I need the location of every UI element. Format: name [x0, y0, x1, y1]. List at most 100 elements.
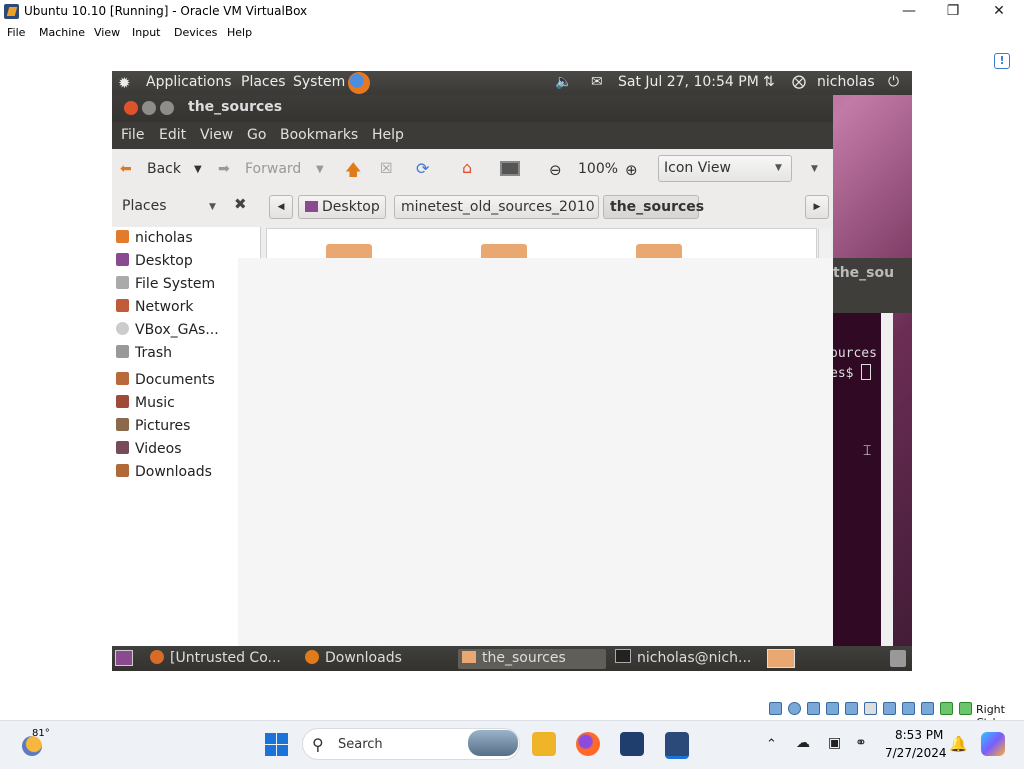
breadcrumb-left-arrow[interactable]: ◀ [269, 195, 293, 219]
forward-button[interactable]: Forward [245, 161, 301, 177]
mouse-integration-icon[interactable] [940, 702, 953, 715]
sidebar-header[interactable]: Places [122, 198, 167, 214]
forward-arrow-icon[interactable]: ➡ [218, 161, 230, 177]
display-icon[interactable] [883, 702, 896, 715]
back-dropdown-icon[interactable]: ▼ [194, 164, 202, 175]
volume-icon[interactable]: 🔈 [555, 74, 572, 90]
file-explorer-icon[interactable] [532, 732, 556, 756]
optical-drive-icon[interactable] [788, 702, 801, 715]
notification-icon[interactable]: ! [994, 53, 1010, 69]
menu-file[interactable]: File [7, 26, 25, 39]
network-adapter-icon[interactable] [826, 702, 839, 715]
user-name[interactable]: nicholas [817, 74, 875, 90]
sidebar-item-desktop[interactable]: Desktop [116, 253, 193, 275]
audio-icon[interactable] [807, 702, 820, 715]
task-downloads[interactable]: Downloads [305, 649, 449, 669]
shared-folder-icon[interactable] [864, 702, 877, 715]
power-icon[interactable]: ⏻ [888, 74, 899, 90]
virtualbox-vm-icon[interactable] [665, 732, 689, 759]
folder-icon[interactable] [636, 244, 682, 258]
sidebar-item-trash[interactable]: Trash [116, 345, 172, 367]
zoom-in-icon[interactable]: ⊕ [625, 161, 638, 179]
close-button[interactable]: ✕ [976, 0, 1022, 24]
trash-applet-icon[interactable] [890, 650, 906, 667]
nautilus-menu-go[interactable]: Go [247, 127, 266, 143]
display-settings-icon[interactable]: ▣ [828, 735, 841, 751]
onedrive-offline-icon[interactable]: ☁ [796, 735, 810, 751]
guest-screen[interactable]: ✹ Applications Places System 🔈 ✉ Sat Jul… [112, 71, 912, 671]
folder-icon[interactable] [481, 244, 527, 258]
back-button[interactable]: Back [147, 161, 181, 177]
breadcrumb-minetest[interactable]: minetest_old_sources_2010 [394, 195, 599, 219]
folder-icon[interactable] [326, 244, 372, 258]
computer-icon[interactable] [500, 161, 520, 176]
breadcrumb-right-arrow[interactable]: ▶ [805, 195, 829, 219]
nautilus-menu-edit[interactable]: Edit [159, 127, 186, 143]
network-icon[interactable]: ⇅ [763, 74, 775, 90]
chevron-up-icon[interactable]: ⌃ [766, 737, 777, 752]
breadcrumb-desktop[interactable]: Desktop [298, 195, 386, 219]
sidebar-item-vbox-gas[interactable]: VBox_GAs... [116, 322, 219, 344]
nautilus-menu-file[interactable]: File [121, 127, 144, 143]
stop-icon[interactable]: ☒ [380, 161, 393, 177]
taskbar-date[interactable]: 7/27/2024 [885, 746, 947, 760]
task-terminal[interactable]: nicholas@nich... [615, 649, 759, 669]
firefox-taskbar-icon[interactable] [576, 732, 600, 756]
reload-icon[interactable]: ⟳ [416, 159, 429, 178]
zoom-out-icon[interactable]: ⊖ [549, 161, 562, 179]
notification-bell-icon[interactable]: 🔔 [949, 735, 968, 753]
network-status-icon[interactable]: ⚭ [855, 735, 867, 751]
back-arrow-icon[interactable]: ⬅ [120, 161, 132, 177]
sidebar-item-pictures[interactable]: Pictures [116, 418, 190, 440]
usb-icon[interactable] [845, 702, 858, 715]
video-capture-icon[interactable] [902, 702, 915, 715]
forward-dropdown-icon[interactable]: ▼ [316, 164, 324, 175]
minimize-button[interactable]: — [886, 0, 932, 24]
nautilus-menu-help[interactable]: Help [372, 127, 404, 143]
menu-help[interactable]: Help [227, 26, 252, 39]
show-desktop-icon[interactable] [115, 650, 133, 666]
taskbar-time[interactable]: 8:53 PM [895, 728, 943, 742]
up-arrow-icon[interactable]: 🡅 [345, 159, 361, 186]
clock[interactable]: Sat Jul 27, 10:54 PM [618, 74, 759, 90]
places-menu[interactable]: Places [241, 74, 286, 90]
sidebar-item-music[interactable]: Music [116, 395, 175, 417]
start-button[interactable] [265, 733, 288, 756]
firefox-launcher-icon[interactable] [348, 72, 370, 94]
home-icon[interactable]: ⌂ [462, 158, 472, 177]
applications-menu[interactable]: Applications [146, 74, 232, 90]
close-window-button[interactable] [124, 101, 138, 115]
system-menu[interactable]: System [293, 74, 345, 90]
nautilus-menu-view[interactable]: View [200, 127, 233, 143]
sidebar-item-videos[interactable]: Videos [116, 441, 182, 463]
menu-view[interactable]: View [94, 26, 120, 39]
mail-icon[interactable]: ✉ [591, 74, 603, 90]
task-untrusted[interactable]: [Untrusted Co... [150, 649, 294, 669]
nautilus-menu-bookmarks[interactable]: Bookmarks [280, 127, 358, 143]
maximize-button[interactable]: ❐ [930, 0, 976, 24]
breadcrumb-the-sources[interactable]: the_sources [603, 195, 704, 219]
workspace-switcher[interactable] [767, 649, 795, 668]
sidebar-item-file-system[interactable]: File System [116, 276, 215, 298]
sidebar-item-network[interactable]: Network [116, 299, 193, 321]
terminal-scrollbar[interactable] [881, 313, 893, 646]
keyboard-icon[interactable] [959, 702, 972, 715]
sidebar-item-nicholas[interactable]: nicholas [116, 230, 193, 252]
virtualization-icon[interactable] [921, 702, 934, 715]
view-mode-select[interactable]: Icon View ▼ [658, 155, 792, 182]
weather-icon[interactable] [22, 736, 42, 756]
icon-view-scrollbar[interactable] [818, 229, 831, 259]
hard-disk-icon[interactable] [769, 702, 782, 715]
ubuntu-logo-icon[interactable]: ✹ [118, 74, 131, 92]
copilot-icon[interactable] [981, 732, 1005, 756]
minimize-window-button[interactable] [142, 101, 156, 115]
menu-machine[interactable]: Machine [39, 26, 85, 39]
maximize-window-button[interactable] [160, 101, 174, 115]
virtualbox-manager-icon[interactable] [620, 732, 644, 756]
sidebar-item-documents[interactable]: Documents [116, 372, 215, 394]
menu-devices[interactable]: Devices [174, 26, 217, 39]
sidebar-item-downloads[interactable]: Downloads [116, 464, 212, 486]
menu-input[interactable]: Input [132, 26, 160, 39]
sidebar-close-icon[interactable]: ✖ [234, 195, 247, 213]
sidebar-dropdown-icon[interactable]: ▼ [209, 202, 216, 212]
